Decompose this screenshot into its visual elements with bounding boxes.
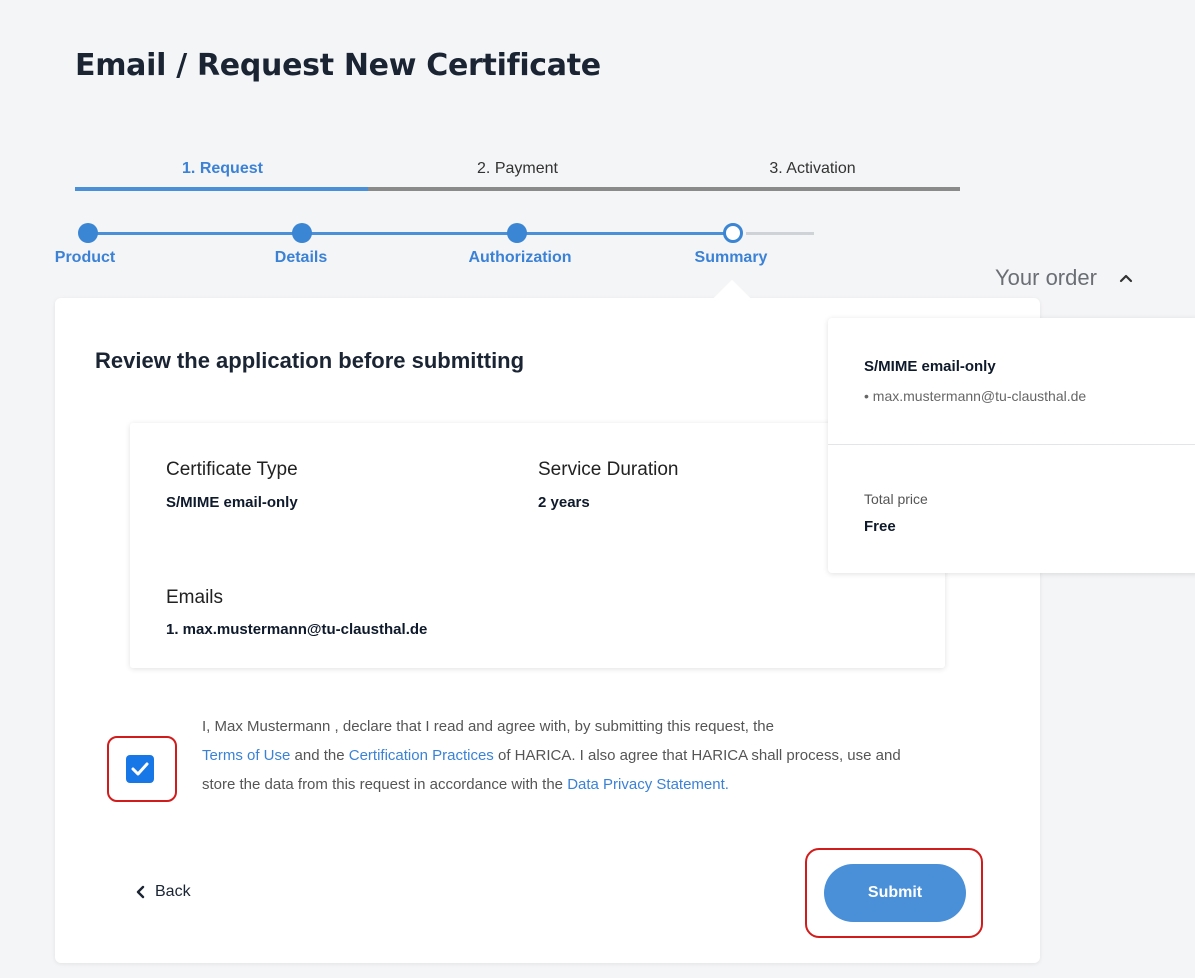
step-payment: 2. Payment [477,160,558,177]
order-header-label: Your order [995,265,1097,290]
order-divider [828,444,1195,445]
back-label: Back [155,883,191,900]
back-button[interactable]: Back [135,883,191,901]
step-progress-inactive [368,187,960,191]
total-price-label: Total price [864,491,928,507]
submit-button[interactable]: Submit [824,864,966,922]
step-activation: 3. Activation [769,160,856,177]
summary-box: Certificate Type S/MIME email-only Servi… [130,423,945,668]
review-title: Review the application before submitting [95,348,525,373]
terms-of-use-link[interactable]: Terms of Use [202,747,290,764]
agreement-text: I, Max Mustermann , declare that I read … [202,712,937,799]
substep-dot-authorization[interactable] [507,223,527,243]
certification-practices-link[interactable]: Certification Practices [349,747,494,764]
top-steps: 1. Request 2. Payment 3. Activation [75,160,960,194]
check-icon [131,762,149,776]
substep-label-summary: Summary [694,249,768,266]
emails-label: Emails [166,587,224,608]
order-panel: S/MIME email-only • max.mustermann@tu-cl… [828,318,1195,573]
duration-value: 2 years [538,494,590,511]
order-product: S/MIME email-only [864,358,996,375]
chevron-left-icon [136,885,145,899]
duration-label: Service Duration [538,459,679,480]
emails-value: 1. max.mustermann@tu-clausthal.de [166,621,428,638]
substep-label-product[interactable]: Product [5,249,165,267]
cert-type-value: S/MIME email-only [166,494,298,511]
agree-checkbox[interactable] [126,755,154,783]
chevron-up-icon [1119,274,1133,283]
substep-dot-summary [723,223,743,243]
checkbox-highlight [107,736,177,802]
agreement-text-1: I, Max Mustermann , declare that I read … [202,718,774,735]
substep-label-authorization[interactable]: Authorization [440,249,600,267]
substep-dot-product[interactable] [78,223,98,243]
data-privacy-link[interactable]: Data Privacy Statement. [567,776,729,793]
substep-label-details[interactable]: Details [221,249,381,267]
substep-dot-details[interactable] [292,223,312,243]
agreement-text-2: and the [290,747,349,764]
page-title: Email / Request New Certificate [75,48,601,83]
order-email: • max.mustermann@tu-clausthal.de [864,388,1087,404]
substep-line-pending [746,232,814,235]
cert-type-label: Certificate Type [166,459,298,480]
substeps: Product Details Authorization Summary [0,215,960,275]
substep-line-done [88,232,736,235]
submit-highlight: Submit [805,848,983,938]
order-toggle[interactable]: Your order [995,265,1133,291]
step-progress-active [75,187,368,191]
total-price-value: Free [864,518,896,535]
step-request[interactable]: 1. Request [75,160,370,178]
